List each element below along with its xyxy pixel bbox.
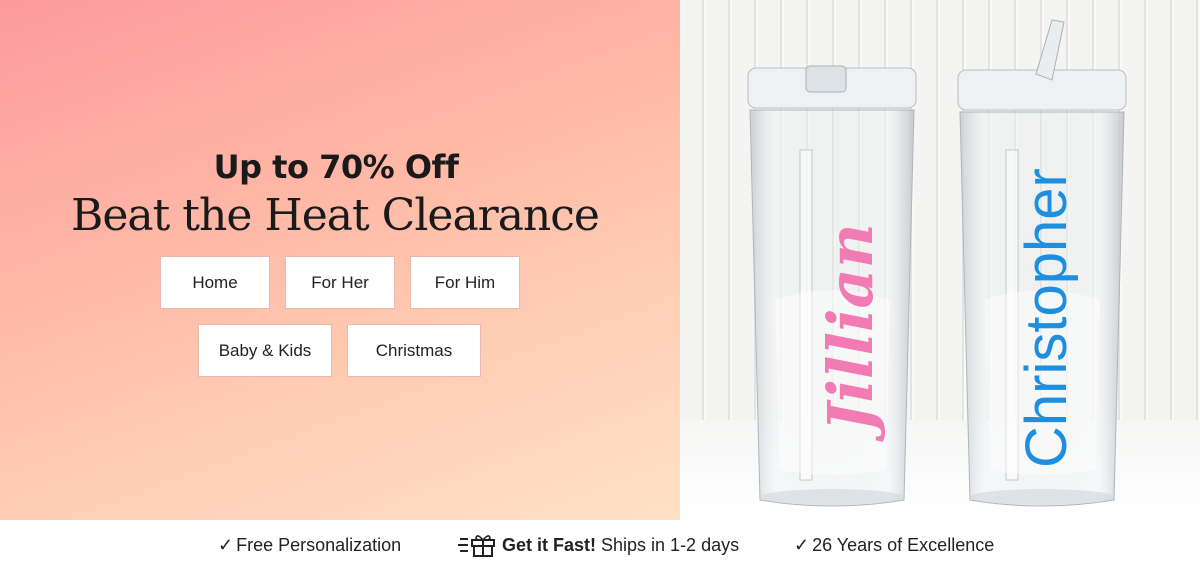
tumbler-illustration: Jillian Christopher xyxy=(680,19,1200,520)
feature-text: Ships in 1-2 days xyxy=(601,534,740,555)
feature-years-excellence: ✓ 26 Years of Excellence xyxy=(794,520,994,570)
feature-bar: ✓ Free Personalization Get it Fast! Ship… xyxy=(0,520,1200,570)
tumbler-left-name: Jillian xyxy=(814,223,887,442)
checkmark-icon: ✓ xyxy=(794,534,810,555)
product-photo[interactable]: Jillian Christopher xyxy=(680,0,1200,520)
promo-panel: Up to 70% Off Beat the Heat Clearance Ho… xyxy=(0,0,680,520)
tumbler-right-name: Christopher xyxy=(1014,168,1079,468)
feature-bold: Get it Fast! xyxy=(502,534,597,555)
category-row-2: Baby & Kids Christmas xyxy=(198,324,481,377)
category-button-baby-kids[interactable]: Baby & Kids xyxy=(198,324,332,377)
feature-get-it-fast: Get it Fast! Ships in 1-2 days xyxy=(458,520,739,570)
checkmark-icon: ✓ xyxy=(218,534,234,555)
promo-headline: Up to 70% Off xyxy=(213,148,459,186)
feature-text: 26 Years of Excellence xyxy=(812,534,995,555)
gift-icon xyxy=(458,535,495,557)
category-button-for-him[interactable]: For Him xyxy=(410,256,520,309)
promo-text: Up to 70% Off Beat the Heat Clearance xyxy=(0,148,680,241)
hero-banner[interactable]: Up to 70% Off Beat the Heat Clearance Ho… xyxy=(0,0,1200,520)
category-row-1: Home For Her For Him xyxy=(160,256,520,309)
promo-title: Beat the Heat Clearance xyxy=(71,190,600,241)
category-button-home[interactable]: Home xyxy=(160,256,270,309)
feature-text: Free Personalization xyxy=(236,534,402,555)
category-button-christmas[interactable]: Christmas xyxy=(347,324,481,377)
feature-free-personalization: ✓ Free Personalization xyxy=(218,520,401,570)
category-button-for-her[interactable]: For Her xyxy=(285,256,395,309)
